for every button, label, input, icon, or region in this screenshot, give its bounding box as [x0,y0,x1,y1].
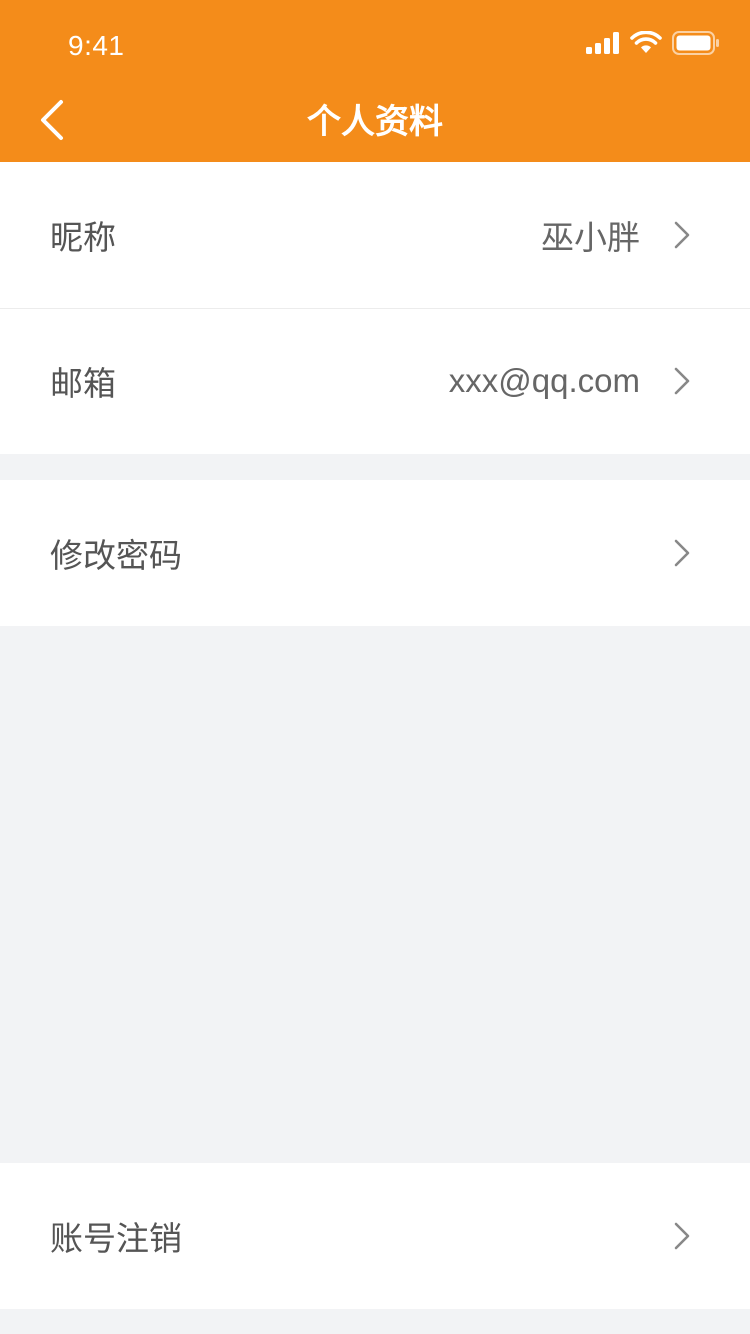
nav-bar: 个人资料 [0,88,750,162]
email-label: 邮箱 [50,364,116,403]
chevron-right-icon [672,1220,692,1252]
email-row[interactable]: 邮箱 xxx@qq.com [0,308,750,454]
status-time: 9:41 [68,30,125,61]
change-password-label: 修改密码 [50,536,182,575]
header: 9:41 个人资料 [0,0,750,162]
chevron-right-icon [672,365,692,397]
change-password-row[interactable]: 修改密码 [0,480,750,626]
delete-account-row[interactable]: 账号注销 [0,1163,750,1309]
battery-icon [672,31,720,59]
profile-group: 昵称 巫小胖 邮箱 xxx@qq.com [0,162,750,454]
signal-icon [586,32,620,58]
page-title: 个人资料 [307,102,443,142]
email-value: xxx@qq.com [448,362,640,399]
status-bar: 9:41 [0,0,750,88]
wifi-icon [630,30,662,59]
delete-account-label: 账号注销 [50,1219,182,1258]
chevron-right-icon [672,537,692,569]
nickname-label: 昵称 [50,218,116,257]
status-icons [586,30,720,60]
account-group: 账号注销 [0,1163,750,1309]
nickname-row[interactable]: 昵称 巫小胖 [0,162,750,308]
nickname-value: 巫小胖 [541,218,640,257]
security-group: 修改密码 [0,480,750,626]
chevron-right-icon [672,219,692,251]
